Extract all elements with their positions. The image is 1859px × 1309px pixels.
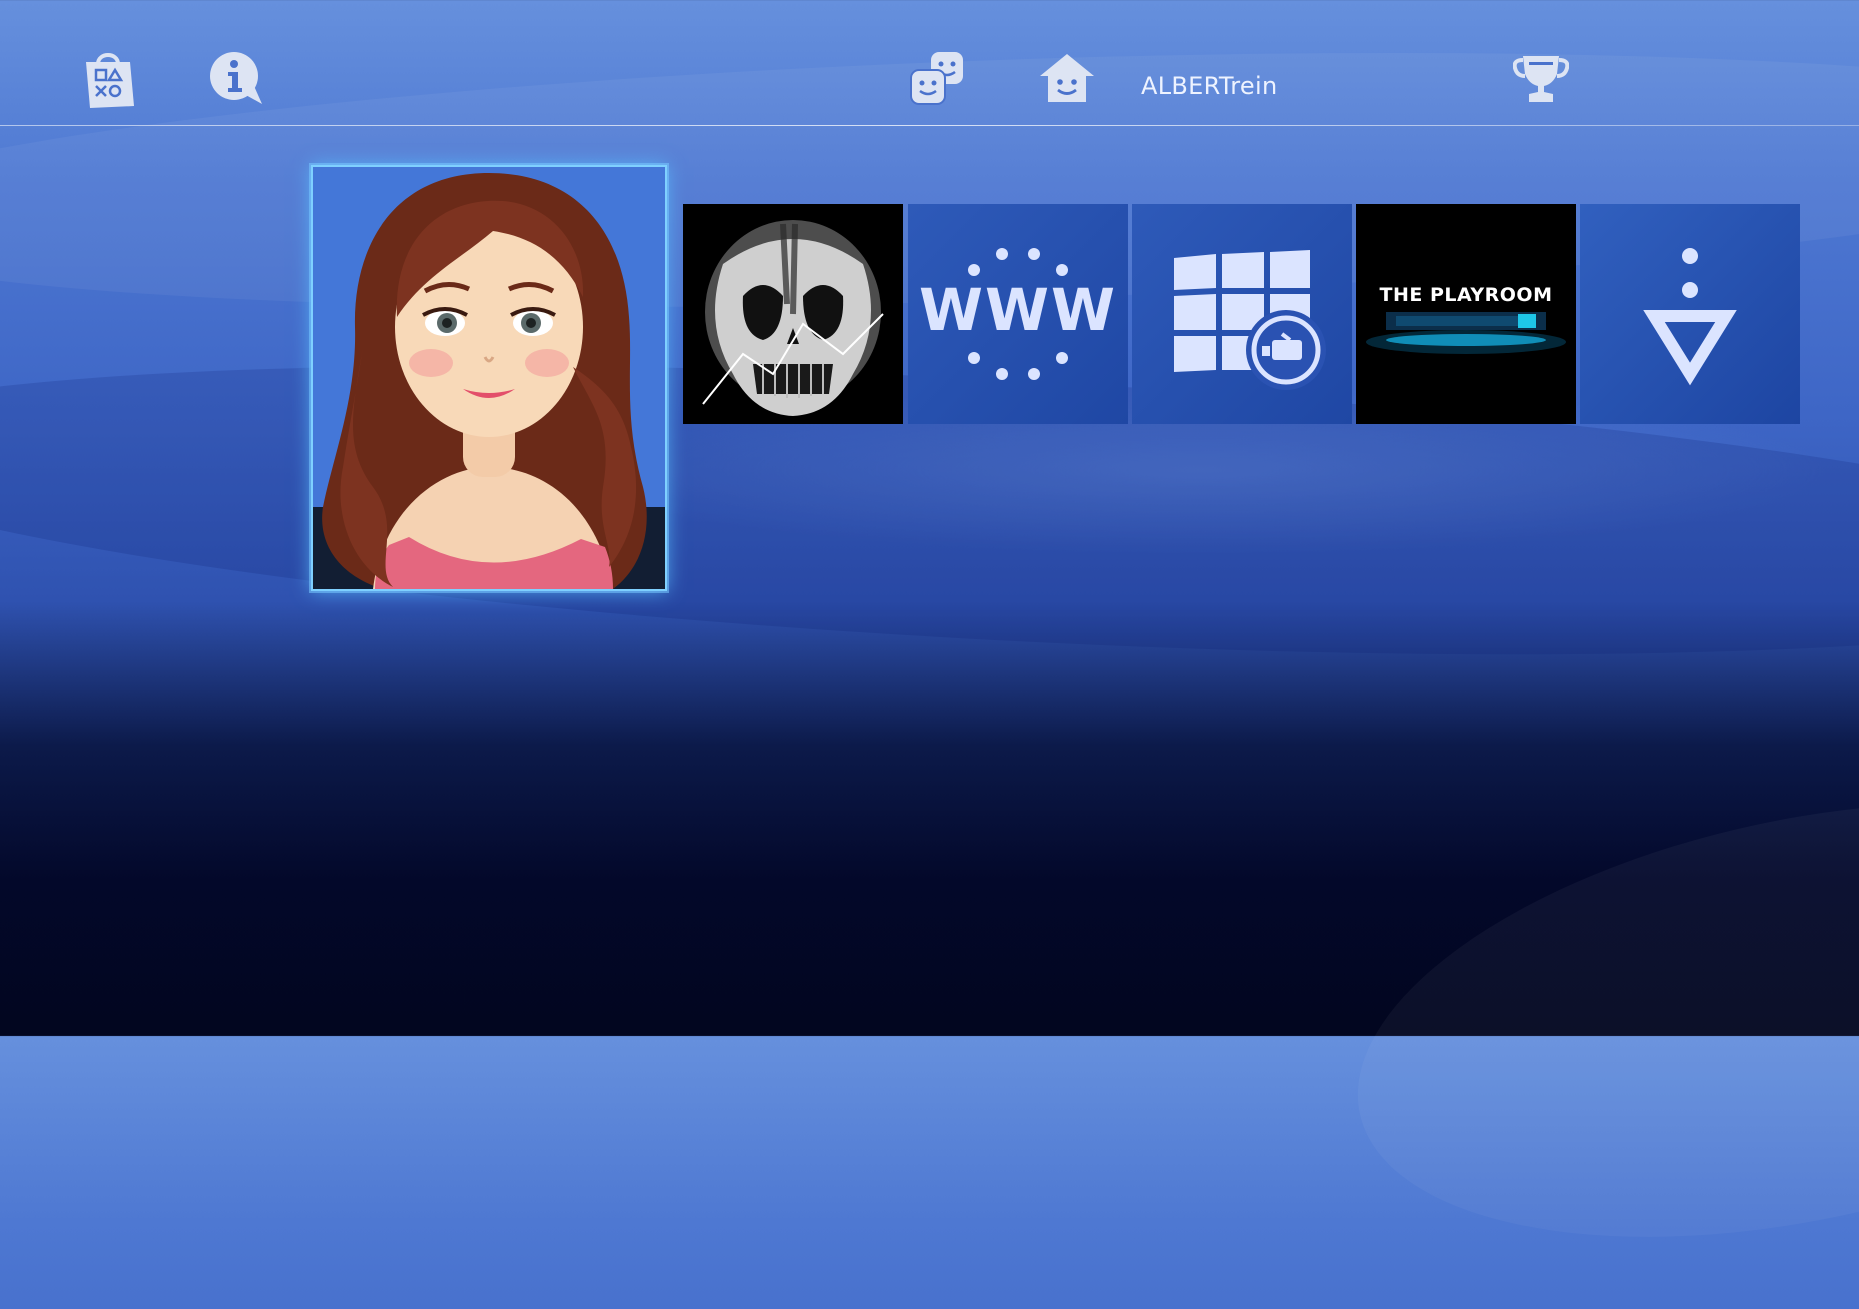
background-wave [1318, 730, 1859, 1309]
friends-icon[interactable] [909, 50, 967, 106]
playroom-art [1356, 204, 1576, 424]
home-profile-icon[interactable] [1038, 52, 1096, 104]
library-tile[interactable] [1580, 204, 1800, 424]
playstation-store-icon[interactable] [78, 46, 138, 110]
function-area: ALBERTrein [0, 0, 1859, 126]
tv-video-icon [1174, 250, 1326, 390]
playroom-title: THE PLAYROOM [1379, 284, 1553, 306]
library-icon [1643, 248, 1737, 386]
skull-art [683, 204, 903, 424]
username-label: ALBERTrein [1141, 72, 1278, 100]
info-icon[interactable] [206, 50, 266, 106]
trophy-icon[interactable] [1513, 54, 1569, 104]
profile-tile[interactable] [311, 165, 667, 591]
internet-browser-tile[interactable]: WWW [908, 204, 1128, 424]
avatar-portrait [313, 167, 665, 589]
game-tile-ghosts[interactable] [683, 204, 903, 424]
www-label: WWW [919, 276, 1117, 344]
the-playroom-tile[interactable]: THE PLAYROOM [1356, 204, 1576, 424]
tv-video-tile[interactable] [1132, 204, 1352, 424]
top-divider [0, 125, 1859, 126]
